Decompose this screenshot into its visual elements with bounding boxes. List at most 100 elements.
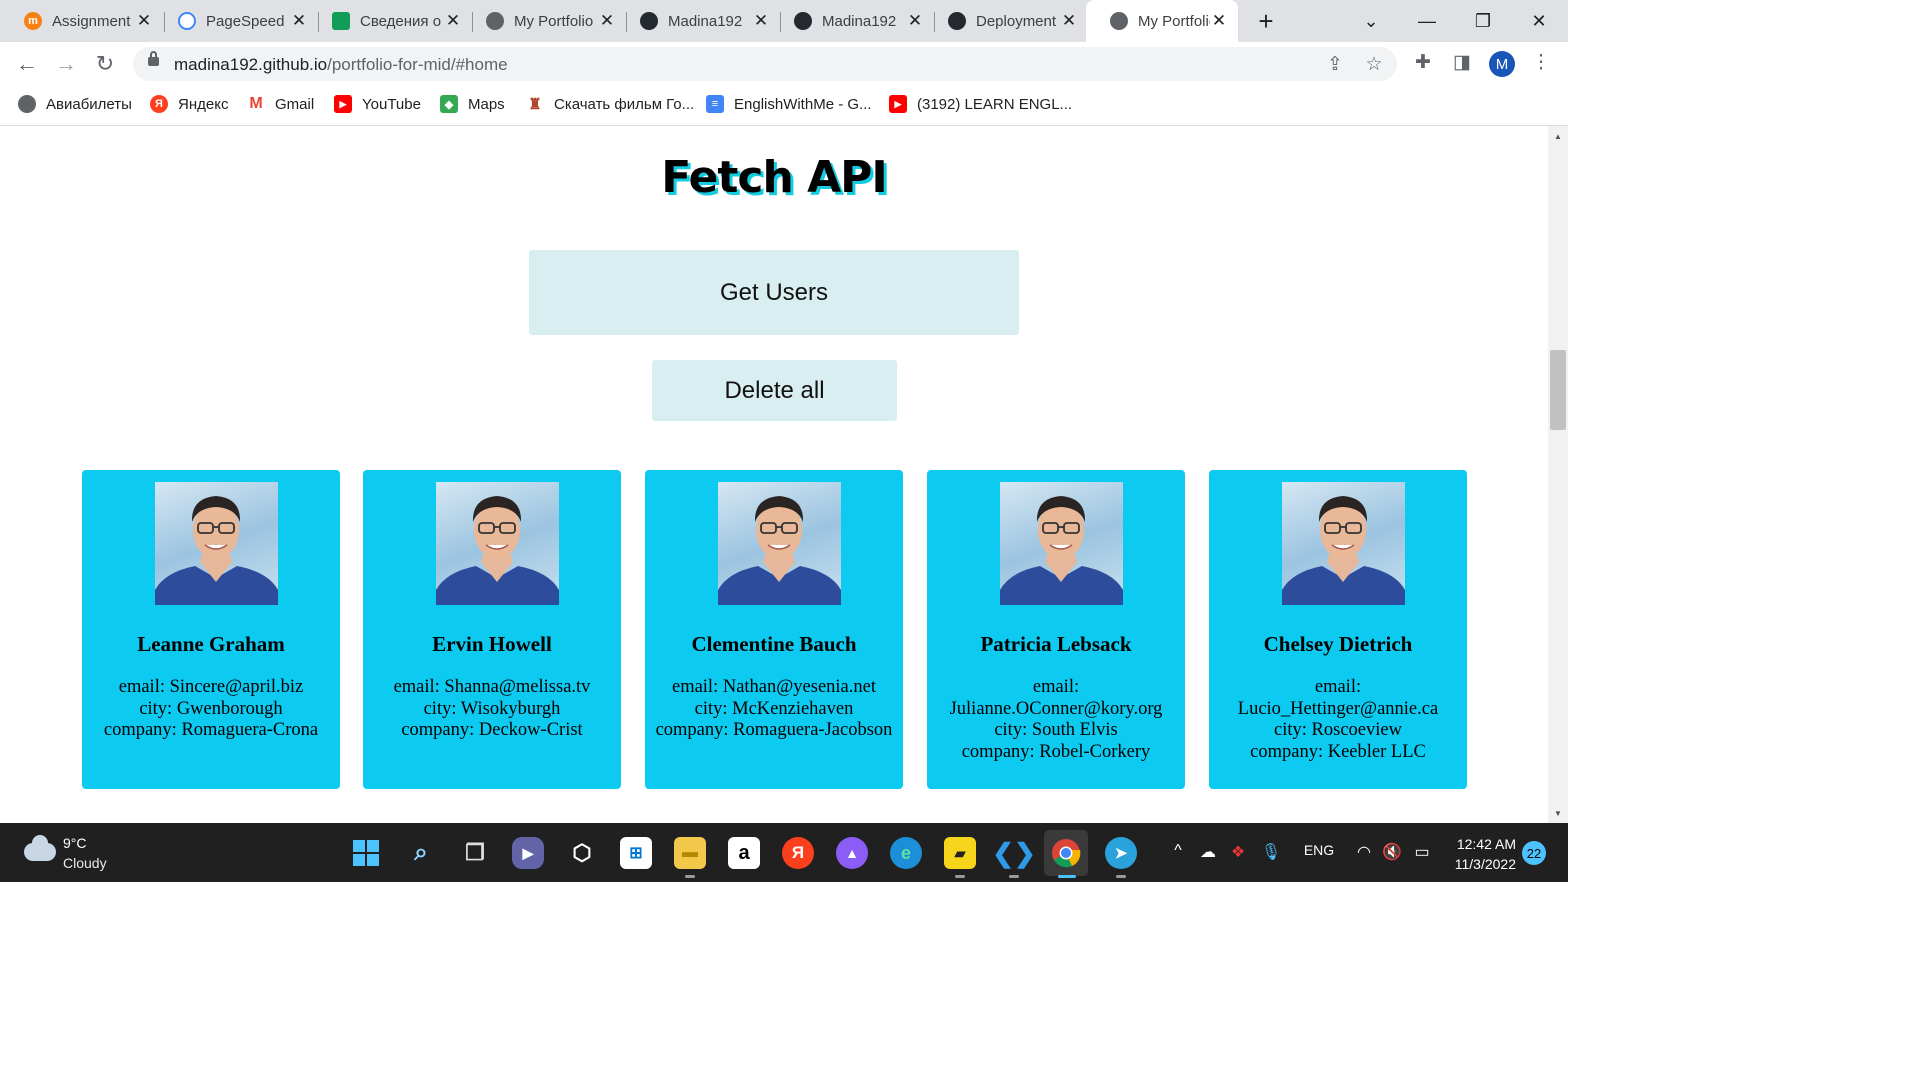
tab-pagespeed[interactable]: PageSpeed ✕ xyxy=(154,0,318,42)
start-button[interactable] xyxy=(350,837,382,869)
weather-description[interactable]: Cloudy xyxy=(63,855,107,871)
back-button[interactable]: ← xyxy=(13,50,41,78)
close-icon[interactable]: ✕ xyxy=(1210,11,1228,30)
bookmark-learn-english[interactable]: ▶ (3192) LEARN ENGL... xyxy=(889,95,1072,113)
docs-icon: ≡ xyxy=(706,95,724,113)
delete-all-button[interactable]: Delete all xyxy=(652,360,897,421)
youtube-icon: ▶ xyxy=(889,95,907,113)
sticky-notes-icon[interactable]: ▰ xyxy=(944,837,976,869)
user-avatar xyxy=(1282,482,1405,605)
cloud-icon[interactable] xyxy=(24,835,56,861)
bookmark-englishwithme[interactable]: ≡ EnglishWithMe - G... xyxy=(706,95,872,113)
yandex-icon[interactable]: Я xyxy=(782,837,814,869)
vscode-icon[interactable]: ❮❯ xyxy=(992,837,1036,869)
onedrive-icon[interactable]: ☁ xyxy=(1196,842,1220,862)
tab-title: My Portfolio xyxy=(514,12,594,30)
task-view-icon[interactable]: ❐ xyxy=(459,837,491,869)
get-users-button[interactable]: Get Users xyxy=(529,250,1019,335)
weather-temperature[interactable]: 9°C xyxy=(63,835,87,851)
bookmark-star-icon[interactable]: ☆ xyxy=(1362,52,1386,76)
wifi-icon[interactable]: ◠ xyxy=(1352,842,1376,862)
telegram-icon[interactable]: ➤ xyxy=(1105,837,1137,869)
bookmark-yandex[interactable]: Я Яндекс xyxy=(150,95,228,113)
user-company: company: Romaguera-Jacobson xyxy=(655,720,893,740)
alice-icon[interactable]: ▲ xyxy=(836,837,868,869)
user-card: Patricia Lebsack email: Julianne.OConner… xyxy=(927,470,1185,789)
github-icon xyxy=(640,12,658,30)
tab-deployment[interactable]: Deployment ✕ xyxy=(924,0,1088,42)
forward-button[interactable]: → xyxy=(52,50,80,78)
scroll-up-icon[interactable]: ▲ xyxy=(1548,128,1568,144)
tab-svedeniya[interactable]: Сведения о ✕ xyxy=(308,0,472,42)
tab-github-2[interactable]: Madina192 ✕ xyxy=(770,0,934,42)
close-icon[interactable]: ✕ xyxy=(135,11,153,30)
user-city: city: McKenziehaven xyxy=(694,698,854,719)
bookmark-youtube[interactable]: ▶ YouTube xyxy=(334,95,421,113)
close-icon[interactable]: ✕ xyxy=(1060,11,1078,30)
chevron-up-icon[interactable]: ^ xyxy=(1168,842,1188,860)
widgets-icon[interactable]: ⬡ xyxy=(566,837,598,869)
tab-search-icon[interactable]: ⌄ xyxy=(1346,0,1396,42)
battery-icon[interactable]: ▭ xyxy=(1410,842,1434,862)
person-photo-icon xyxy=(155,496,278,605)
bookmark-gmail[interactable]: M Gmail xyxy=(247,95,314,113)
microphone-icon[interactable]: 🎙 xyxy=(1260,842,1282,862)
scrollbar-thumb[interactable] xyxy=(1550,350,1566,430)
microsoft-store-icon[interactable]: ⊞ xyxy=(620,837,652,869)
bookmark-label: Скачать фильм Го... xyxy=(554,95,695,113)
url-text[interactable]: madina192.github.io/portfolio-for-mid/#h… xyxy=(174,55,508,75)
profile-avatar[interactable]: M xyxy=(1489,51,1515,77)
app-running-indicator xyxy=(955,875,965,878)
close-icon[interactable]: ✕ xyxy=(290,11,308,30)
share-icon[interactable]: ⇪ xyxy=(1323,52,1347,76)
bookmark-label: YouTube xyxy=(362,95,421,113)
windows-taskbar: 9°C Cloudy ⌕ ❐ ▶ ⬡ ⊞ ▬ a Я ▲ e ▰ ❮❯ ➤ ^ … xyxy=(0,823,1568,882)
close-icon[interactable]: ✕ xyxy=(752,11,770,30)
user-card: Clementine Bauch email: Nathan@yesenia.n… xyxy=(645,470,903,789)
extensions-icon[interactable]: ✚ xyxy=(1411,50,1435,74)
user-name: Ervin Howell xyxy=(432,632,552,656)
clock[interactable]: 12:42 AM 11/3/2022 xyxy=(1448,834,1516,874)
user-info: email: Julianne.OConner@kory.org city: S… xyxy=(927,677,1185,763)
bookmark-aviabilety[interactable]: Авиабилеты xyxy=(18,95,132,113)
search-icon[interactable]: ⌕ xyxy=(405,837,437,869)
user-info: email: Nathan@yesenia.net city: McKenzie… xyxy=(645,677,903,742)
tab-my-portfolio[interactable]: My Portfolio ✕ xyxy=(462,0,626,42)
close-icon[interactable]: ✕ xyxy=(906,11,924,30)
user-avatar xyxy=(1000,482,1123,605)
globe-icon xyxy=(1110,12,1128,30)
bookmark-label: Maps xyxy=(468,95,505,113)
close-window-button[interactable]: ✕ xyxy=(1514,0,1564,42)
file-explorer-icon[interactable]: ▬ xyxy=(674,837,706,869)
tab-github-1[interactable]: Madina192 ✕ xyxy=(616,0,780,42)
user-company: company: Robel-Corkery xyxy=(961,741,1151,762)
amazon-icon[interactable]: a xyxy=(728,837,760,869)
new-tab-button[interactable]: + xyxy=(1252,6,1280,36)
volume-muted-icon[interactable]: 🔇 xyxy=(1380,842,1404,862)
reload-button[interactable]: ↻ xyxy=(91,50,119,78)
menu-icon[interactable]: ⋮ xyxy=(1529,50,1553,74)
page-content: Fetch API Get Users Delete all Leanne Gr… xyxy=(0,126,1548,823)
tab-my-portfolio-active[interactable]: My Portfolio ✕ xyxy=(1086,0,1238,42)
restore-button[interactable]: ❐ xyxy=(1458,0,1508,42)
page-scrollbar[interactable]: ▲ ▼ xyxy=(1548,126,1568,823)
language-indicator[interactable]: ENG xyxy=(1300,842,1338,858)
bookmark-film[interactable]: ♜ Скачать фильм Го... xyxy=(526,95,694,113)
page-title: Fetch API xyxy=(661,152,888,203)
tab-assignment[interactable]: m Assignment ✕ xyxy=(0,0,163,42)
bookmark-maps[interactable]: ◆ Maps xyxy=(440,95,505,113)
address-bar[interactable]: madina192.github.io/portfolio-for-mid/#h… xyxy=(133,47,1397,81)
minimize-button[interactable]: — xyxy=(1402,0,1452,42)
notification-badge[interactable]: 22 xyxy=(1522,841,1546,865)
close-icon[interactable]: ✕ xyxy=(598,11,616,30)
side-panel-icon[interactable]: ◨ xyxy=(1450,50,1474,74)
dropbox-icon[interactable]: ❖ xyxy=(1226,842,1250,862)
lock-icon[interactable] xyxy=(148,51,159,66)
chrome-icon[interactable] xyxy=(1050,837,1082,869)
scroll-down-icon[interactable]: ▼ xyxy=(1548,805,1568,821)
edge-icon[interactable]: e xyxy=(890,837,922,869)
teams-chat-icon[interactable]: ▶ xyxy=(512,837,544,869)
close-icon[interactable]: ✕ xyxy=(444,11,462,30)
film-icon: ♜ xyxy=(526,95,544,113)
user-email-value: Julianne.OConner@kory.org xyxy=(949,698,1163,719)
